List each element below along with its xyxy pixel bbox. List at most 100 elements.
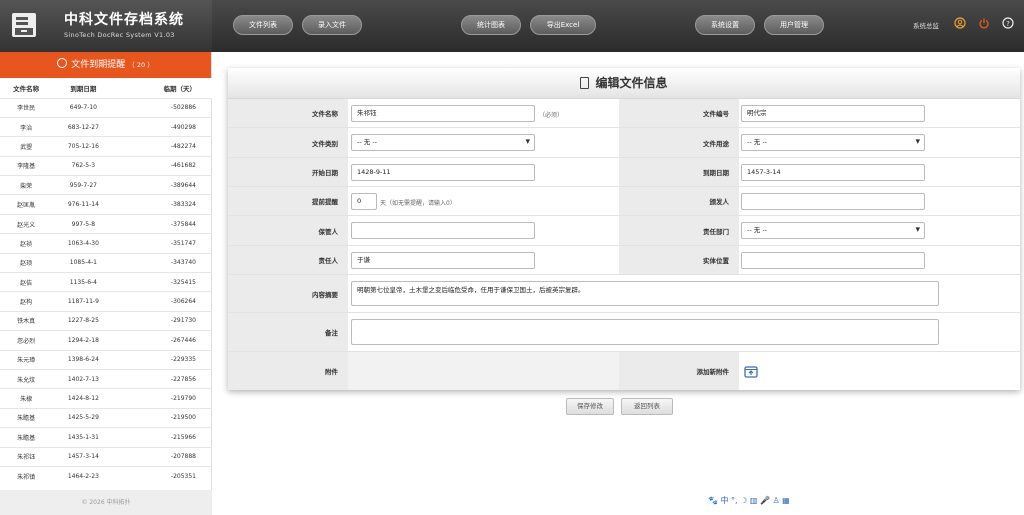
user-label: 系统总监 bbox=[913, 22, 939, 30]
days-left-cell: -343740 bbox=[114, 252, 212, 273]
nav-export-excel-button[interactable]: 导出Excel bbox=[530, 15, 596, 35]
help-icon[interactable]: ? bbox=[1002, 17, 1014, 29]
due-date-cell: 1464-2-23 bbox=[52, 465, 115, 486]
due-date-cell: 1425-5-29 bbox=[52, 407, 115, 428]
sidebar-title: 文件到期提醒 bbox=[71, 60, 126, 70]
table-row[interactable]: 赵顼 1085-4-1 -343740 bbox=[0, 252, 212, 273]
table-row[interactable]: 朱允炆 1402-7-13 -227856 bbox=[0, 368, 212, 389]
nav-settings-button[interactable]: 系统设置 bbox=[695, 15, 755, 35]
category-select[interactable]: -- 无 -- bbox=[351, 134, 535, 151]
file-name-cell: 赵构 bbox=[0, 291, 53, 312]
dept-select[interactable]: -- 无 -- bbox=[741, 222, 925, 239]
owner-input[interactable]: 于谦 bbox=[351, 252, 535, 269]
location-label: 实体位置 bbox=[619, 246, 739, 274]
owner-label: 责任人 bbox=[228, 246, 348, 274]
table-row[interactable]: 朱祁镇 1464-2-23 -205351 bbox=[0, 465, 212, 486]
usage-select[interactable]: -- 无 -- bbox=[741, 134, 925, 151]
start-date-input[interactable]: 1428-9-11 bbox=[351, 164, 535, 181]
due-date-cell: 1457-3-14 bbox=[739, 158, 1020, 186]
summary-textarea[interactable]: 明朝第七位皇帝，土木堡之变后临危受命，任用于谦保卫国土，后被英宗复辟。 bbox=[351, 281, 939, 306]
table-row[interactable]: 李隆基 762-5-3 -461682 bbox=[0, 155, 212, 176]
col-file-name: 文件名称 bbox=[0, 78, 53, 98]
due-date-cell: 705-12-16 bbox=[52, 136, 115, 157]
file-name-cell: 朱祁钰 bbox=[0, 446, 53, 467]
table-row[interactable]: 李治 683-12-27 -490298 bbox=[0, 116, 212, 137]
expiry-reminder-sidebar: 文件到期提醒（ 20 ） 文件名称 到期日期 临期（天） 李世民 649-7-10… bbox=[0, 52, 212, 515]
required-hint: （必须） bbox=[539, 112, 564, 119]
nav-stats-button[interactable]: 统计图表 bbox=[461, 15, 521, 35]
days-left-cell: -229335 bbox=[114, 349, 212, 370]
form-row: 附件 添加新附件 bbox=[228, 352, 1020, 390]
power-icon[interactable] bbox=[978, 17, 990, 29]
file-name-cell: 朱允炆 bbox=[0, 368, 53, 389]
due-date-cell: 997-5-8 bbox=[52, 213, 115, 234]
nav-file-list-button[interactable]: 文件列表 bbox=[233, 15, 293, 35]
location-input[interactable] bbox=[741, 252, 925, 269]
days-left-cell: -461682 bbox=[114, 155, 212, 176]
table-row[interactable]: 李世民 649-7-10 -502886 bbox=[0, 97, 212, 118]
upload-icon[interactable] bbox=[744, 364, 758, 378]
back-to-list-button[interactable]: 返回列表 bbox=[621, 398, 673, 415]
file-code-input[interactable]: 明代宗 bbox=[741, 105, 925, 122]
issuer-label: 颁发人 bbox=[619, 187, 739, 215]
category-label: 文件类别 bbox=[228, 128, 348, 157]
table-row[interactable]: 朱棣 1424-8-12 -219790 bbox=[0, 388, 212, 409]
table-row[interactable]: 赵佶 1135-6-4 -325415 bbox=[0, 272, 212, 292]
remind-hint: 天（如无需提醒，请输入0） bbox=[380, 200, 456, 207]
top-header: 中科文件存档系统 SinoTech DocRec System V1.03 文件… bbox=[0, 0, 1024, 52]
nav-user-admin-button[interactable]: 用户管理 bbox=[764, 15, 824, 35]
table-row[interactable]: 武曌 705-12-16 -482274 bbox=[0, 136, 212, 157]
file-name-input[interactable]: 朱祁钰 bbox=[351, 105, 535, 122]
file-name-cell: 朱祁镇 bbox=[0, 465, 53, 486]
save-button[interactable]: 保存修改 bbox=[566, 398, 614, 415]
file-name-cell: 李世民 bbox=[0, 97, 53, 118]
days-left-cell: -215966 bbox=[114, 427, 212, 448]
table-row[interactable]: 朱瞻基 1425-5-29 -219500 bbox=[0, 407, 212, 428]
owner-cell: 于谦 bbox=[348, 246, 619, 274]
due-date-cell: 959-7-27 bbox=[52, 175, 115, 195]
table-row[interactable]: 朱祁钰 1457-3-14 -207888 bbox=[0, 446, 212, 467]
days-left-cell: -375844 bbox=[114, 213, 212, 234]
days-left-cell: -383324 bbox=[114, 194, 212, 215]
location-cell bbox=[739, 246, 1020, 274]
form-row: 文件名称 朱祁钰 （必须） 文件编号 明代宗 bbox=[228, 99, 1020, 128]
name-cell: 朱祁钰 （必须） bbox=[348, 99, 619, 127]
edit-form-panel: 编辑文件信息 文件名称 朱祁钰 （必须） 文件编号 明代宗 文件类别 -- 无 … bbox=[228, 68, 1020, 390]
days-left-cell: -219790 bbox=[114, 388, 212, 409]
file-name-cell: 李隆基 bbox=[0, 155, 53, 176]
form-row: 开始日期 1428-9-11 到期日期 1457-3-14 bbox=[228, 158, 1020, 187]
table-row[interactable]: 赵匡胤 976-11-14 -383324 bbox=[0, 194, 212, 215]
nav-add-file-button[interactable]: 录入文件 bbox=[302, 15, 362, 35]
table-row[interactable]: 朱元璋 1398-6-24 -229335 bbox=[0, 349, 212, 370]
keeper-input[interactable] bbox=[351, 222, 535, 239]
col-due-date: 到期日期 bbox=[52, 78, 115, 98]
issuer-input[interactable] bbox=[741, 193, 925, 210]
table-row[interactable]: 赵光义 997-5-8 -375844 bbox=[0, 213, 212, 234]
days-left-cell: -502886 bbox=[114, 97, 212, 118]
dept-cell: -- 无 -- bbox=[739, 216, 1020, 245]
app-title: 中科文件存档系统 bbox=[64, 12, 184, 28]
usage-label: 文件用途 bbox=[619, 128, 739, 157]
due-date-cell: 1435-1-31 bbox=[52, 427, 115, 448]
start-date-label: 开始日期 bbox=[228, 158, 348, 186]
days-left-cell: -482274 bbox=[114, 136, 212, 157]
table-row[interactable]: 朱瞻基 1435-1-31 -215966 bbox=[0, 427, 212, 448]
table-row[interactable]: 柴荣 959-7-27 -389644 bbox=[0, 175, 212, 195]
user-icon[interactable] bbox=[954, 17, 966, 29]
days-left-cell: -291730 bbox=[114, 310, 212, 331]
table-row[interactable]: 赵祯 1063-4-30 -351747 bbox=[0, 233, 212, 254]
table-row[interactable]: 赵构 1187-11-9 -306264 bbox=[0, 291, 212, 312]
issuer-cell bbox=[739, 187, 1020, 215]
ime-toolbar[interactable]: 🐾 中 °, ☽ ▥ 🎤 ♙ ▦ bbox=[708, 495, 808, 509]
due-date-cell: 1457-3-14 bbox=[52, 446, 115, 467]
table-row[interactable]: 忽必烈 1294-2-18 -267446 bbox=[0, 330, 212, 351]
remind-days-input[interactable]: 0 bbox=[351, 193, 377, 210]
note-textarea[interactable] bbox=[351, 319, 939, 345]
keeper-cell bbox=[348, 216, 619, 245]
note-label: 备注 bbox=[228, 313, 348, 351]
table-row[interactable]: 铁木真 1227-8-25 -291730 bbox=[0, 310, 212, 331]
category-cell: -- 无 -- bbox=[348, 128, 619, 157]
due-date-input[interactable]: 1457-3-14 bbox=[741, 164, 925, 181]
days-left-cell: -267446 bbox=[114, 330, 212, 351]
dept-label: 责任部门 bbox=[619, 216, 739, 245]
